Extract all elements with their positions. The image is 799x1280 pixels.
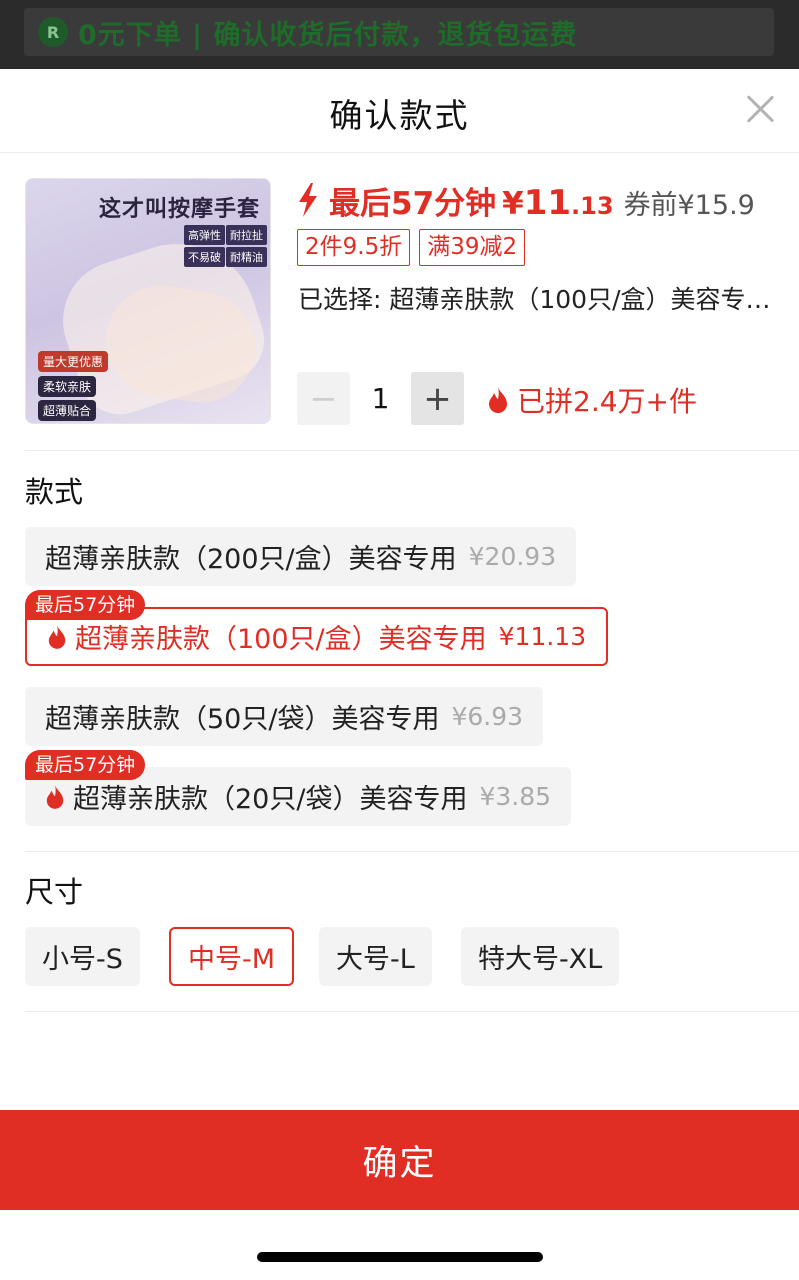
style-option-label: 超薄亲肤款（50只/袋）美容专用 xyxy=(45,704,440,735)
image-tag: 高弹性 xyxy=(184,225,225,245)
size-option[interactable]: 特大号-XL xyxy=(461,927,620,986)
promo-tag: 2件9.5折 xyxy=(297,229,411,266)
selected-summary: 已选择: 超薄亲肤款（100只/盒）美容专用 中号-M xyxy=(298,285,778,314)
fire-icon xyxy=(489,387,507,413)
sheet-title: 确认款式 xyxy=(329,96,470,135)
size-option-selected[interactable]: 中号-M xyxy=(169,927,295,986)
original-price: 券前¥15.9 xyxy=(623,190,755,221)
quantity-stepper: − 1 + xyxy=(297,372,464,425)
style-option-price: ¥3.85 xyxy=(479,782,552,811)
image-tag: 不易破 xyxy=(184,247,225,267)
countdown-badge: 最后57分钟 xyxy=(25,590,146,620)
price-currency: ¥ xyxy=(502,186,524,222)
style-option-price: ¥6.93 xyxy=(451,702,524,731)
lightning-icon xyxy=(299,183,317,217)
style-option-label: 超薄亲肤款（20只/袋）美容专用 xyxy=(73,784,468,815)
image-headline: 这才叫按摩手套 xyxy=(98,197,260,222)
image-tag: 耐精油 xyxy=(226,247,267,267)
decrease-button[interactable]: − xyxy=(297,372,350,425)
divider xyxy=(25,1011,799,1012)
group-buy-text: 已拼2.4万+件 xyxy=(517,385,697,418)
banner-badge-icon: R xyxy=(38,17,68,47)
price-integer: 11 xyxy=(523,183,572,223)
style-option[interactable]: 超薄亲肤款（50只/袋）美容专用 ¥6.93 xyxy=(25,687,544,746)
confirm-button[interactable]: 确定 xyxy=(0,1110,799,1210)
top-banner: R 0元下单 | 确认收货后付款，退货包运费 xyxy=(0,0,799,69)
image-pill: 量大更优惠 xyxy=(38,351,109,372)
fire-icon xyxy=(48,624,66,649)
image-tag: 耐拉扯 xyxy=(226,225,267,245)
style-section-title: 款式 xyxy=(25,475,84,509)
style-option-label: 超薄亲肤款（100只/盒）美容专用 xyxy=(75,624,487,655)
sheet-header: 确认款式 xyxy=(0,69,799,153)
price-decimal: .13 xyxy=(571,192,614,220)
increase-button[interactable]: + xyxy=(411,372,464,425)
size-section-title: 尺寸 xyxy=(25,875,84,909)
divider xyxy=(25,851,799,852)
product-image: 这才叫按摩手套 高弹性 耐拉扯 不易破 耐精油 量大更优惠 柔软亲肤 超薄贴合 xyxy=(25,178,271,424)
style-option-price: ¥11.13 xyxy=(498,622,587,651)
close-icon[interactable] xyxy=(745,93,775,123)
image-pill: 柔软亲肤 xyxy=(38,376,97,397)
image-pill: 超薄贴合 xyxy=(38,400,97,421)
banner-strip: R 0元下单 | 确认收货后付款，退货包运费 xyxy=(24,8,774,56)
group-buy-count: 已拼2.4万+件 xyxy=(487,380,697,420)
style-option-price: ¥20.93 xyxy=(468,542,557,571)
size-option[interactable]: 小号-S xyxy=(25,927,140,986)
quantity-value[interactable]: 1 xyxy=(350,382,411,415)
promo-tag: 满39减2 xyxy=(419,229,526,266)
size-option[interactable]: 大号-L xyxy=(319,927,432,986)
banner-text: 0元下单 | 确认收货后付款，退货包运费 xyxy=(78,19,578,51)
style-option[interactable]: 超薄亲肤款（200只/盒）美容专用 ¥20.93 xyxy=(25,527,577,586)
style-picker-sheet: 确认款式 这才叫按摩手套 高弹性 耐拉扯 不易破 耐精油 量大更优惠 柔软亲肤 … xyxy=(0,69,799,1280)
home-indicator xyxy=(257,1252,543,1262)
style-option-label: 超薄亲肤款（200只/盒）美容专用 xyxy=(45,544,457,575)
fire-icon xyxy=(46,784,64,809)
promo-tags: 2件9.5折 满39减2 xyxy=(297,229,526,266)
price-row: 最后57分钟 ¥ 11 .13 券前¥15.9 xyxy=(297,178,755,223)
countdown-badge: 最后57分钟 xyxy=(25,750,146,780)
price-countdown: 最后57分钟 xyxy=(329,186,497,222)
divider xyxy=(25,450,799,451)
